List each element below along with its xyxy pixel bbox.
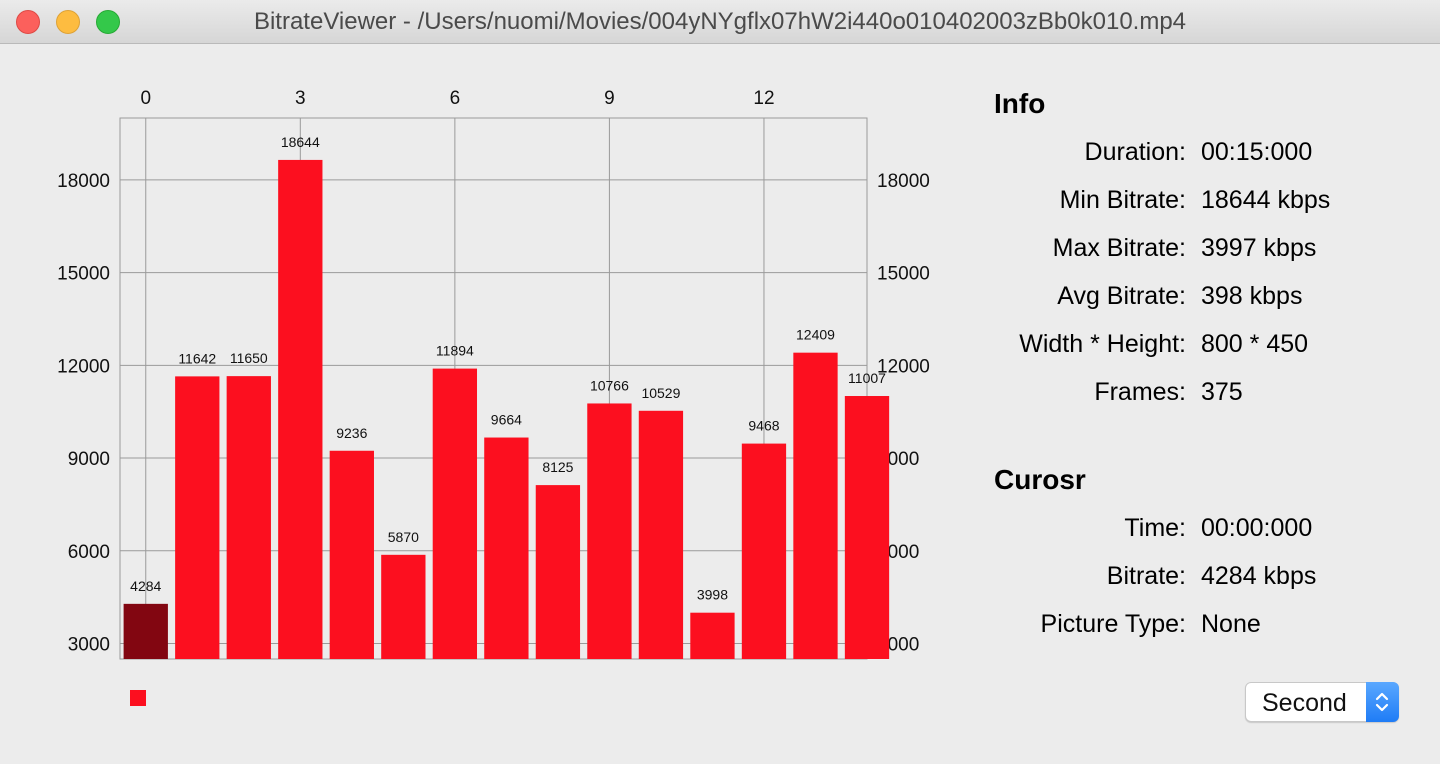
- y-tick-label-right: 15000: [877, 264, 930, 285]
- info-value: 3997 kbps: [1201, 234, 1317, 262]
- bar-value-label: 12409: [796, 327, 835, 343]
- info-label: Frames:: [1094, 378, 1186, 406]
- info-label: Width * Height:: [1019, 330, 1186, 358]
- bitrate-bar[interactable]: [123, 603, 168, 659]
- bitrate-bar[interactable]: [844, 396, 890, 659]
- bitrate-bar[interactable]: [535, 485, 581, 659]
- x-tick-label: 3: [295, 88, 306, 109]
- info-value: 398 kbps: [1201, 282, 1303, 310]
- info-value: 375: [1201, 378, 1243, 406]
- x-tick-label: 6: [450, 88, 461, 109]
- info-label: Max Bitrate:: [1052, 234, 1186, 262]
- bar-value-label: 3998: [697, 587, 728, 603]
- y-tick-label-left: 3000: [68, 635, 110, 656]
- y-tick-label-left: 9000: [68, 449, 110, 470]
- bar-value-label: 10529: [641, 385, 680, 401]
- select-stepper-icon[interactable]: [1366, 682, 1399, 722]
- x-tick-label: 0: [140, 88, 151, 109]
- bitrate-bar[interactable]: [278, 159, 323, 659]
- cursor-label: Time:: [1124, 514, 1186, 542]
- y-tick-label-left: 15000: [57, 264, 110, 285]
- info-value: 00:15:000: [1201, 138, 1313, 166]
- title-bar[interactable]: BitrateViewer - /Users/nuomi/Movies/004y…: [0, 0, 1440, 44]
- y-tick-label-left: 12000: [57, 356, 110, 377]
- bar-value-label: 9236: [336, 425, 367, 441]
- bar-value-label: 11007: [848, 370, 886, 386]
- cursor-label: Bitrate:: [1106, 562, 1186, 590]
- bar-value-label: 11650: [230, 350, 268, 366]
- legend-swatch: [130, 690, 146, 706]
- bitrate-bar[interactable]: [741, 443, 787, 659]
- cursor-value: 00:00:000: [1201, 514, 1313, 542]
- cursor-value: 4284 kbps: [1201, 562, 1317, 590]
- bar-value-label: 9468: [748, 418, 779, 434]
- bitrate-bar[interactable]: [690, 612, 735, 659]
- info-label: Min Bitrate:: [1059, 186, 1186, 214]
- bitrate-bar[interactable]: [793, 352, 838, 659]
- bitrate-bar[interactable]: [175, 376, 220, 659]
- bar-value-label: 10766: [590, 377, 629, 393]
- cursor-heading: Curosr: [994, 464, 1086, 495]
- cursor-label: Picture Type:: [1040, 610, 1186, 638]
- window-title: BitrateViewer - /Users/nuomi/Movies/004y…: [253, 8, 1187, 35]
- bar-value-label: 5870: [388, 529, 419, 545]
- bar-value-label: 18644: [281, 134, 320, 150]
- y-tick-label-left: 6000: [68, 542, 110, 563]
- time-unit-select[interactable]: Second: [1245, 682, 1399, 722]
- bar-value-label: 11894: [436, 343, 474, 359]
- info-label: Avg Bitrate:: [1057, 282, 1186, 310]
- bar-value-label: 11642: [178, 350, 216, 366]
- bar-value-label: 9664: [491, 412, 522, 428]
- y-tick-label-left: 18000: [57, 171, 110, 192]
- info-label: Duration:: [1084, 138, 1186, 166]
- bitrate-bar[interactable]: [226, 376, 271, 659]
- bitrate-chart[interactable]: 3000 30006000 60009000 900012000 1200015000 1…: [0, 44, 960, 764]
- bitrate-bar[interactable]: [329, 450, 374, 659]
- time-unit-value: Second: [1262, 689, 1347, 717]
- bitrate-viewer-window: BitrateViewer - /Users/nuomi/Movies/004y…: [0, 0, 1440, 764]
- bitrate-bar[interactable]: [484, 437, 529, 659]
- info-heading: Info: [994, 88, 1046, 119]
- x-tick-label: 9: [604, 88, 615, 109]
- bitrate-bar[interactable]: [381, 554, 426, 659]
- bitrate-bar[interactable]: [432, 368, 478, 659]
- info-value: 18644 kbps: [1201, 186, 1331, 214]
- bar-value-label: 8125: [542, 459, 573, 475]
- x-tick-label: 12: [753, 88, 774, 109]
- y-tick-label-right: 18000: [877, 171, 930, 192]
- bitrate-bar[interactable]: [638, 410, 684, 659]
- bar-value-label: 4284: [130, 578, 161, 594]
- cursor-value: None: [1201, 610, 1261, 638]
- info-value: 800 * 450: [1201, 330, 1309, 358]
- bitrate-bar[interactable]: [587, 403, 632, 659]
